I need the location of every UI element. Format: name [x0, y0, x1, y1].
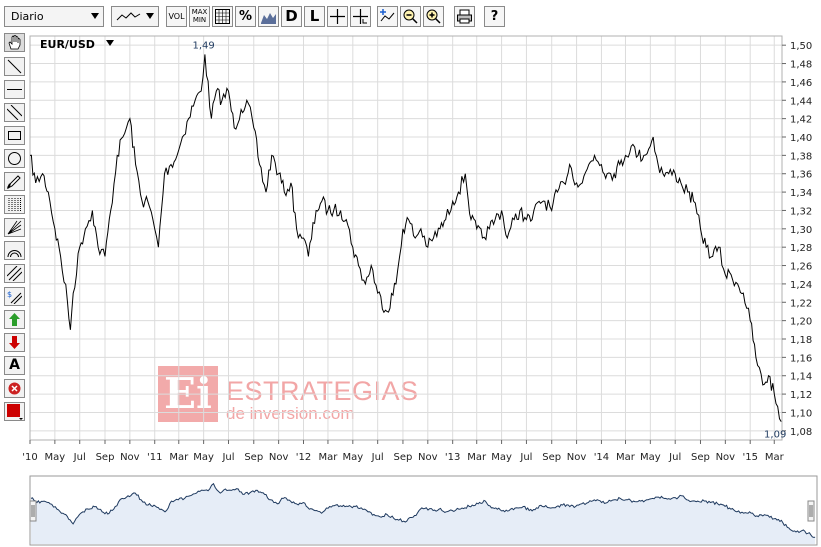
y-tick-label: 1,08 [790, 427, 812, 438]
x-tick-label: Sep [542, 452, 561, 463]
y-tick-label: 1,46 [790, 78, 812, 89]
y-tick-label: 1,26 [790, 262, 812, 273]
chart-title: EUR/USD [40, 38, 95, 51]
y-tick-label: 1,28 [790, 243, 812, 254]
y-tick-label: 1,40 [790, 133, 812, 144]
y-tick-label: 1,32 [790, 206, 812, 217]
x-tick-label: Mar [765, 452, 785, 463]
y-tick-label: 1,22 [790, 298, 812, 309]
y-tick-label: 1,44 [790, 96, 812, 107]
data-label: 1,49 [192, 40, 214, 51]
navigator[interactable] [0, 467, 821, 547]
x-tick-label: Nov [120, 452, 140, 463]
price-chart[interactable]: 1,50 1,48 1,46 1,44 1,42 1,40 1,38 1,36 1,34 1,32… [0, 0, 821, 470]
x-tick-label: Nov [567, 452, 587, 463]
y-tick-label: 1,34 [790, 188, 812, 199]
x-tick-label: May [193, 452, 214, 463]
y-tick-label: 1,20 [790, 317, 812, 328]
y-tick-label: 1,18 [790, 335, 812, 346]
x-tick-label: May [342, 452, 363, 463]
x-tick-label: '11 [147, 452, 162, 463]
x-tick-label: May [45, 452, 66, 463]
y-tick-label: 1,24 [790, 280, 812, 291]
navigator-left-handle[interactable] [29, 500, 37, 522]
navigator-right-handle[interactable] [807, 500, 815, 522]
y-tick-label: 1,30 [790, 225, 812, 236]
y-tick-label: 1,36 [790, 170, 812, 181]
x-tick-label: Sep [691, 452, 710, 463]
y-tick-label: 1,48 [790, 60, 812, 71]
x-tick-label: Sep [96, 452, 115, 463]
y-tick-label: 1,12 [790, 390, 812, 401]
x-tick-label: Jul [668, 452, 681, 463]
y-tick-label: 1,38 [790, 151, 812, 162]
series-line [29, 54, 782, 422]
x-tick-label: '10 [22, 452, 37, 463]
x-axis: '10 May Jul Sep Nov '11 Mar May Jul Sep Nov '12 Mar M… [22, 440, 785, 463]
x-tick-label: May [640, 452, 661, 463]
x-tick-label: Jul [371, 452, 384, 463]
data-label: 1,09 [764, 430, 786, 441]
x-tick-label: Mar [169, 452, 189, 463]
x-tick-label: '13 [445, 452, 460, 463]
y-tick-label: 1,14 [790, 372, 812, 383]
x-tick-label: Mar [319, 452, 339, 463]
x-tick-label: Sep [394, 452, 413, 463]
x-tick-label: Sep [244, 452, 263, 463]
x-tick-label: Jul [73, 452, 86, 463]
y-tick-label: 1,16 [790, 353, 812, 364]
y-tick-label: 1,50 [790, 41, 812, 52]
x-tick-label: '12 [296, 452, 311, 463]
x-tick-label: Nov [716, 452, 736, 463]
x-tick-label: Nov [418, 452, 438, 463]
y-tick-label: 1,42 [790, 115, 812, 126]
y-tick-label: 1,10 [790, 408, 812, 419]
x-tick-label: May [491, 452, 512, 463]
x-tick-label: Jul [519, 452, 532, 463]
x-tick-label: '14 [594, 452, 609, 463]
x-tick-label: '15 [742, 452, 757, 463]
x-tick-label: Mar [616, 452, 636, 463]
chart-grid [29, 36, 782, 440]
x-tick-label: Jul [221, 452, 234, 463]
x-tick-label: Nov [269, 452, 289, 463]
plot-area-border [29, 35, 783, 441]
x-tick-label: Mar [467, 452, 487, 463]
y-axis: 1,50 1,48 1,46 1,44 1,42 1,40 1,38 1,36 1,34 1,32… [782, 41, 812, 438]
